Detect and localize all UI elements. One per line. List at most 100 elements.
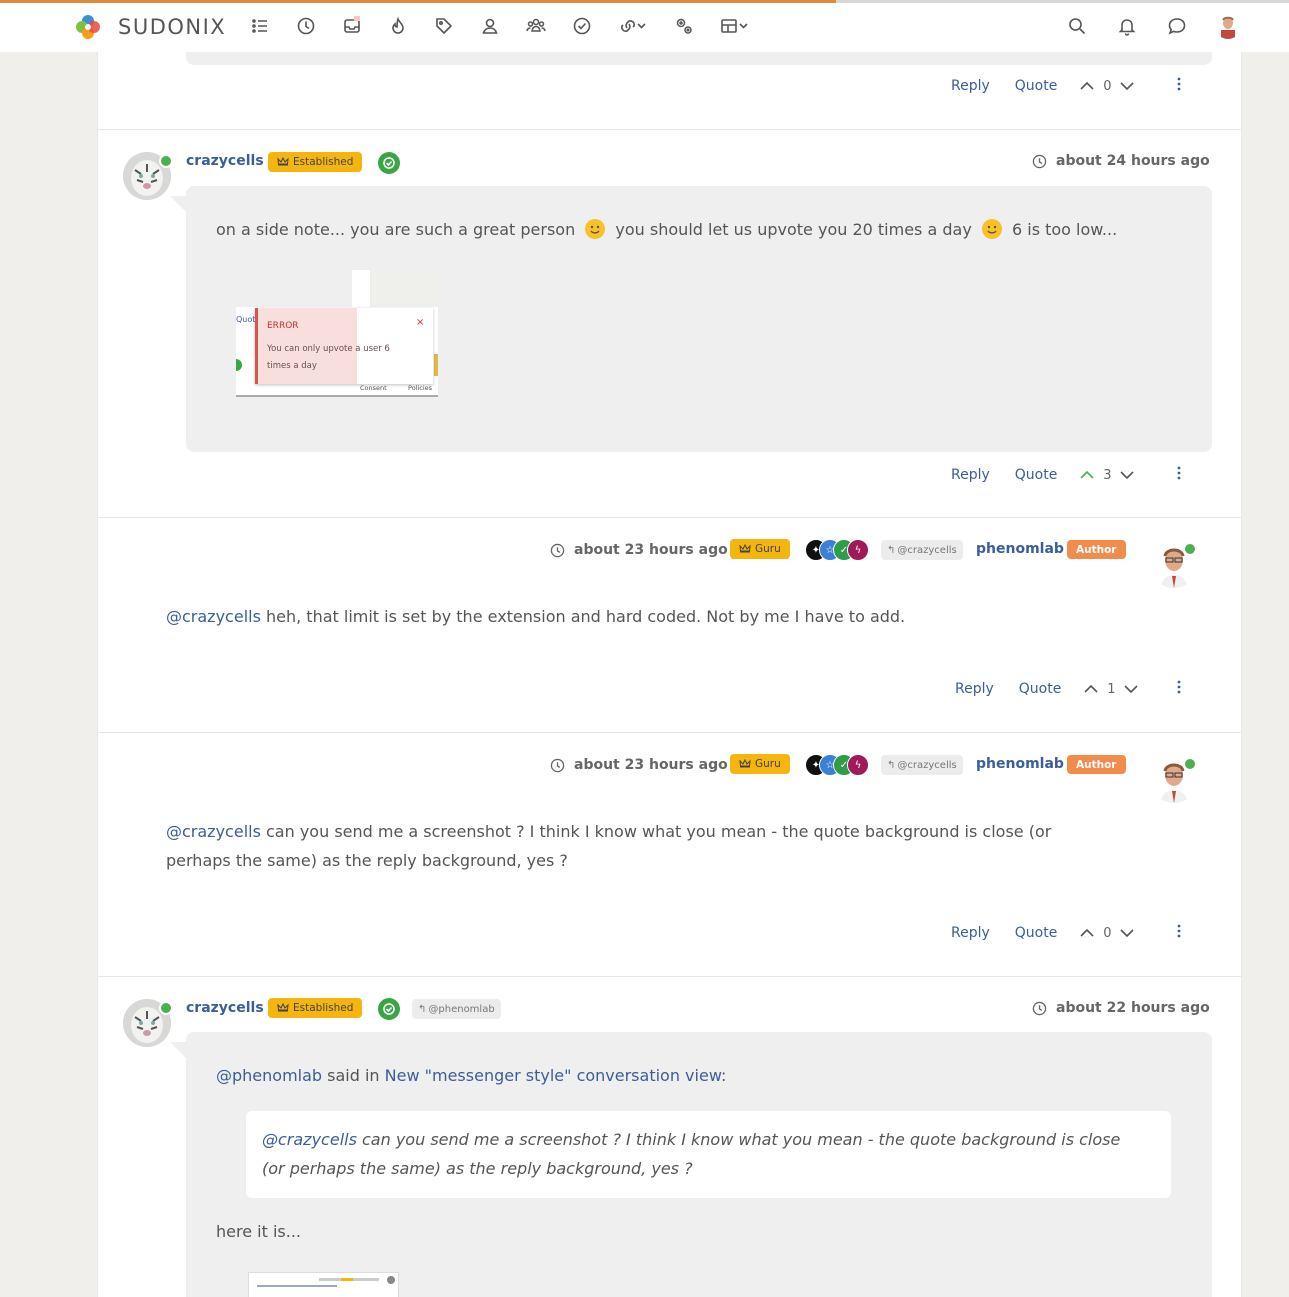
quote-button[interactable]: Quote	[1015, 78, 1058, 94]
top-navbar: SUDONIX	[0, 0, 1289, 52]
author-badge: Author	[1067, 755, 1126, 774]
reply-to-link[interactable]: ↰ @crazycells	[881, 755, 963, 775]
crown-icon	[739, 759, 751, 768]
user-icon[interactable]	[480, 14, 500, 38]
more-options-icon[interactable]	[1171, 679, 1187, 699]
more-options-icon[interactable]	[1171, 76, 1187, 96]
online-status-indicator	[1183, 757, 1197, 771]
downvote-icon[interactable]	[1119, 925, 1135, 941]
reply-to-link[interactable]: ↰ @crazycells	[881, 540, 963, 560]
post-timestamp[interactable]: about 22 hours ago	[1032, 1000, 1210, 1016]
quote-button[interactable]: Quote	[1015, 925, 1058, 941]
quote-button[interactable]: Quote	[1019, 681, 1062, 697]
post-timestamp[interactable]: about 23 hours ago	[550, 757, 728, 773]
vote-count: 0	[1103, 925, 1112, 941]
notifications-icon[interactable]	[1117, 14, 1137, 38]
clock-icon	[550, 543, 565, 557]
reply-button[interactable]: Reply	[955, 681, 994, 697]
rank-badge: Established	[268, 998, 363, 1018]
online-status-indicator	[159, 154, 173, 168]
topic-posts: Reply Quote 0 crazycells Established abo…	[97, 0, 1242, 1297]
user-badges: ✦ ☆ ✓ ϟ	[805, 754, 869, 776]
badge-icon[interactable]: ϟ	[847, 539, 869, 561]
post-content-bubble: on a side note... you are such a great p…	[186, 186, 1212, 452]
unread-icon[interactable]	[342, 14, 362, 38]
vote-count: 0	[1103, 78, 1112, 94]
themes-icon[interactable]	[720, 14, 750, 38]
post-crazycells-2: crazycells Established ↰ @phenomlab about…	[98, 977, 1241, 1297]
reply-arrow-icon: ↰	[887, 759, 896, 771]
post-timestamp[interactable]: about 23 hours ago	[550, 542, 728, 558]
upvote-icon[interactable]	[1079, 925, 1095, 941]
recent-icon[interactable]	[296, 14, 316, 38]
reply-button[interactable]: Reply	[951, 925, 990, 941]
main-nav	[250, 14, 776, 38]
reply-button[interactable]: Reply	[951, 467, 990, 483]
mention-link[interactable]: @phenomlab	[216, 1066, 322, 1085]
categories-icon[interactable]	[250, 14, 270, 38]
sudonix-logo-icon	[76, 15, 100, 39]
mention-link[interactable]: @crazycells	[166, 607, 261, 626]
settings-icon[interactable]	[674, 14, 694, 38]
username[interactable]: phenomlab	[976, 541, 1064, 557]
username[interactable]: crazycells	[186, 1000, 264, 1016]
online-status-indicator	[1183, 542, 1197, 556]
author-badge: Author	[1067, 540, 1126, 559]
more-options-icon[interactable]	[1171, 465, 1187, 485]
smile-emoji-icon	[584, 218, 606, 240]
quote-button[interactable]: Quote	[1015, 467, 1058, 483]
username[interactable]: phenomlab	[976, 756, 1064, 772]
tags-icon[interactable]	[434, 14, 454, 38]
search-icon[interactable]	[1067, 14, 1087, 38]
more-options-icon[interactable]	[1171, 923, 1187, 943]
user-badges: ✦ ☆ ✓ ϟ	[805, 539, 869, 561]
username[interactable]: crazycells	[186, 153, 264, 169]
post-phenomlab-1: about 23 hours ago Guru ✦ ☆ ✓ ϟ ↰ @crazyc…	[98, 518, 1241, 733]
upvote-icon[interactable]	[1083, 681, 1099, 697]
brand-name: SUDONIX	[118, 15, 227, 39]
links-icon[interactable]	[618, 14, 648, 38]
downvote-icon[interactable]	[1119, 78, 1135, 94]
rank-badge: Guru	[730, 754, 790, 774]
clock-icon	[1032, 1001, 1047, 1015]
downvote-icon[interactable]	[1123, 681, 1139, 697]
post-actions: Reply Quote 0	[951, 76, 1187, 96]
rank-badge: Established	[268, 152, 363, 172]
crown-icon	[739, 544, 751, 553]
post-content: @crazycells heh, that limit is set by th…	[166, 607, 906, 626]
post-actions: Reply Quote 1	[955, 679, 1187, 699]
verified-icon	[378, 998, 400, 1020]
brand-link[interactable]: SUDONIX	[74, 13, 226, 41]
upvote-icon[interactable]	[1079, 467, 1095, 483]
groups-icon[interactable]	[526, 14, 546, 38]
quote-attribution: @phenomlab said in New "messenger style"…	[216, 1066, 727, 1085]
close-icon[interactable]: ×	[416, 317, 424, 328]
upvote-icon[interactable]	[1079, 78, 1095, 94]
error-toast: ERROR × You can only upvote a user 6 tim…	[255, 308, 433, 384]
crown-icon	[277, 157, 289, 166]
attached-screenshot[interactable]	[248, 1272, 399, 1297]
popular-icon[interactable]	[388, 14, 408, 38]
page-load-progress	[0, 0, 836, 3]
post-phenomlab-2: about 23 hours ago Guru ✦ ☆ ✓ ϟ ↰ @crazyc…	[98, 733, 1241, 977]
crown-icon	[277, 1003, 289, 1012]
topic-link[interactable]: New "messenger style" conversation view	[385, 1066, 721, 1085]
badge-icon[interactable]: ϟ	[847, 754, 869, 776]
mention-link[interactable]: @crazycells	[262, 1130, 357, 1149]
mention-link[interactable]: @crazycells	[166, 822, 261, 841]
downvote-icon[interactable]	[1119, 467, 1135, 483]
post-content-bubble: @phenomlab said in New "messenger style"…	[186, 1032, 1212, 1297]
blockquote: @crazycells can you send me a screenshot…	[246, 1111, 1171, 1198]
chat-icon[interactable]	[1167, 14, 1187, 38]
post-timestamp[interactable]: about 24 hours ago	[1032, 153, 1210, 169]
rank-badge: Guru	[730, 539, 790, 559]
current-user-avatar[interactable]	[1215, 13, 1241, 39]
solved-icon[interactable]	[572, 14, 592, 38]
online-status-indicator	[159, 1001, 173, 1015]
clock-icon	[550, 758, 565, 772]
reply-to-link[interactable]: ↰ @phenomlab	[412, 999, 501, 1019]
attached-screenshot[interactable]: Quot ERROR × You can only upvote a user …	[236, 270, 438, 397]
reply-arrow-icon: ↰	[418, 1003, 427, 1015]
vote-count: 3	[1103, 467, 1112, 483]
reply-button[interactable]: Reply	[951, 78, 990, 94]
